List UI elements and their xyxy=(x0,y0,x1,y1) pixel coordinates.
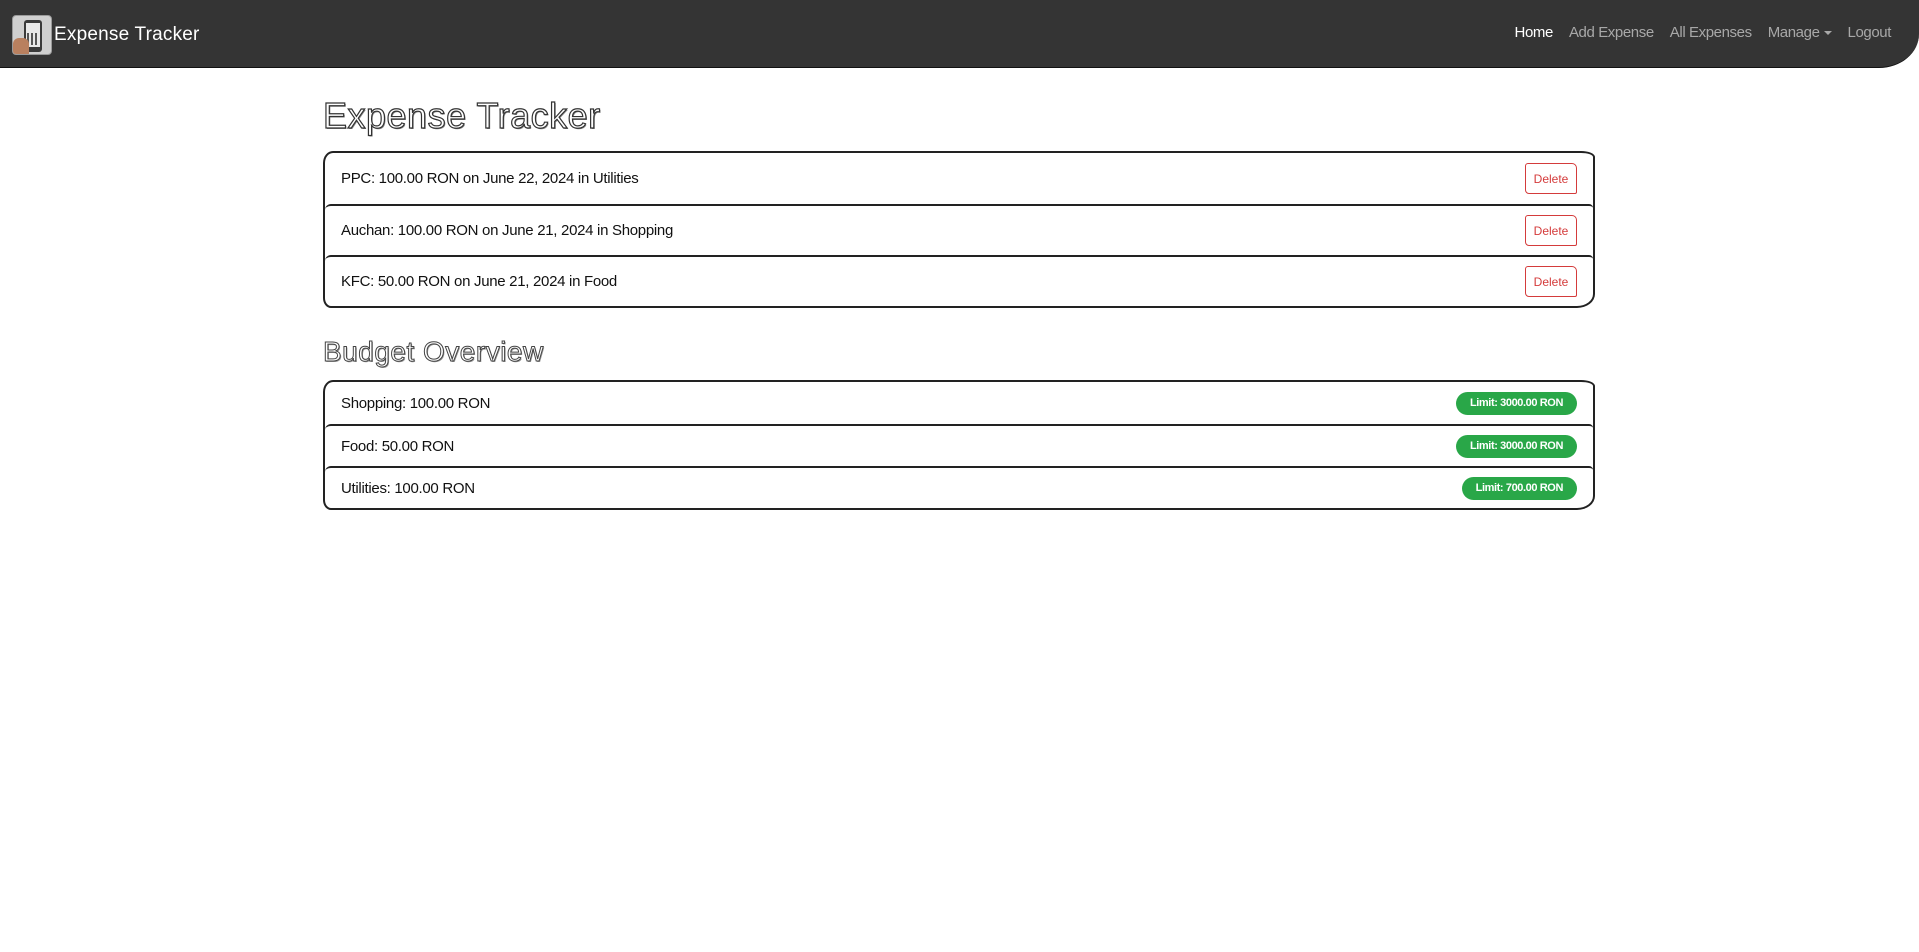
nav-add-expense[interactable]: Add Expense xyxy=(1561,24,1662,41)
delete-button[interactable]: Delete xyxy=(1525,163,1577,194)
expense-list: PPC: 100.00 RON on June 22, 2024 in Util… xyxy=(323,151,1595,308)
main-content: Expense Tracker PPC: 100.00 RON on June … xyxy=(322,94,1595,510)
expense-item: PPC: 100.00 RON on June 22, 2024 in Util… xyxy=(325,153,1593,204)
app-logo-icon xyxy=(12,15,52,55)
budget-text: Food: 50.00 RON xyxy=(341,437,455,455)
expense-item: KFC: 50.00 RON on June 21, 2024 in Food … xyxy=(325,255,1593,306)
budget-text: Shopping: 100.00 RON xyxy=(341,394,491,412)
brand-name: Expense Tracker xyxy=(54,24,200,45)
page-title: Expense Tracker xyxy=(322,94,601,136)
budget-overview-title: Budget Overview xyxy=(323,336,544,368)
nav-logout[interactable]: Logout xyxy=(1840,24,1899,41)
navbar: Expense Tracker Home Add Expense All Exp… xyxy=(0,0,1919,68)
brand-link[interactable]: Expense Tracker xyxy=(12,15,200,55)
expense-item: Auchan: 100.00 RON on June 21, 2024 in S… xyxy=(325,204,1593,255)
expense-text: PPC: 100.00 RON on June 22, 2024 in Util… xyxy=(341,170,639,187)
nav-manage-label: Manage xyxy=(1767,24,1820,41)
budget-text: Utilities: 100.00 RON xyxy=(341,479,475,497)
delete-button[interactable]: Delete xyxy=(1525,215,1577,246)
limit-badge: Limit: 700.00 RON xyxy=(1461,476,1577,500)
limit-badge: Limit: 3000.00 RON xyxy=(1455,391,1577,415)
budget-item: Food: 50.00 RON Limit: 3000.00 RON xyxy=(325,424,1593,466)
budget-item: Shopping: 100.00 RON Limit: 3000.00 RON xyxy=(325,382,1593,424)
limit-badge: Limit: 3000.00 RON xyxy=(1455,434,1577,458)
expense-text: KFC: 50.00 RON on June 21, 2024 in Food xyxy=(341,273,617,290)
nav-manage-dropdown[interactable]: Manage xyxy=(1760,24,1840,41)
delete-button[interactable]: Delete xyxy=(1525,266,1577,297)
nav-links: Home Add Expense All Expenses Manage Log… xyxy=(1507,24,1899,41)
nav-home[interactable]: Home xyxy=(1507,24,1561,41)
budget-item: Utilities: 100.00 RON Limit: 700.00 RON xyxy=(325,466,1593,508)
nav-all-expenses[interactable]: All Expenses xyxy=(1662,24,1760,41)
expense-text: Auchan: 100.00 RON on June 21, 2024 in S… xyxy=(341,222,673,239)
budget-list: Shopping: 100.00 RON Limit: 3000.00 RON … xyxy=(323,380,1595,510)
caret-down-icon xyxy=(1823,31,1832,36)
